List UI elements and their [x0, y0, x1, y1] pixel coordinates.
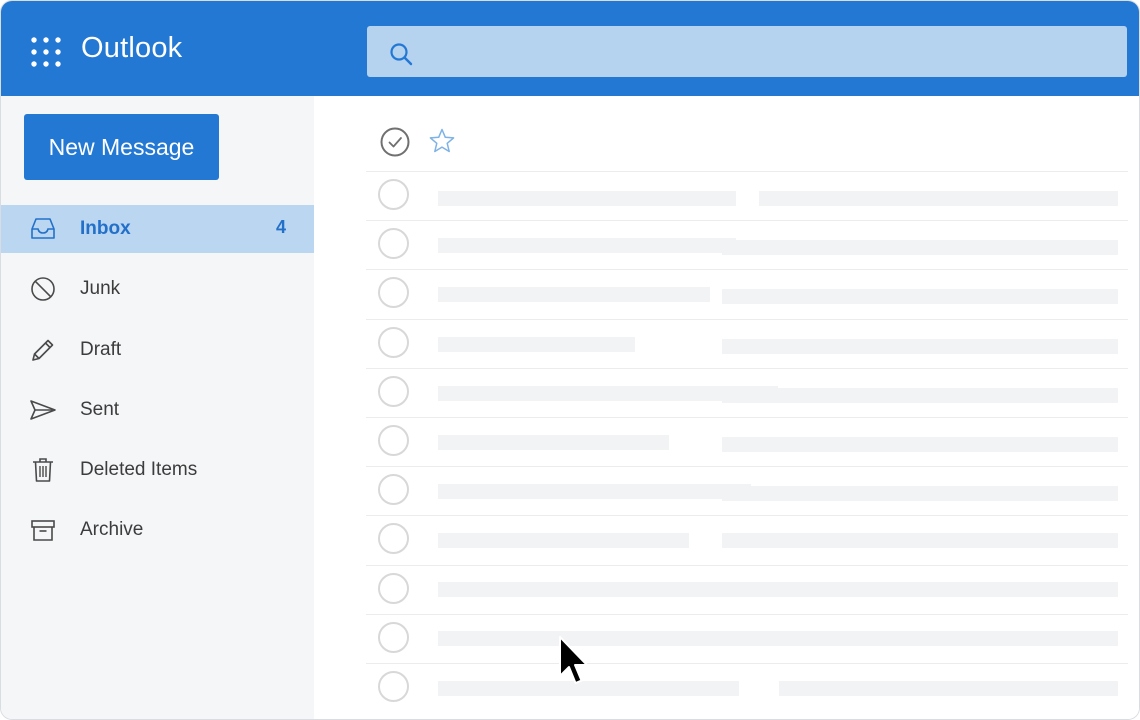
subject-placeholder — [722, 436, 1118, 452]
sender-placeholder — [438, 238, 736, 254]
message-list-toolbar — [366, 96, 1128, 172]
sidebar-item-label: Deleted Items — [80, 459, 198, 481]
message-row[interactable] — [366, 369, 1128, 418]
sender-placeholder — [438, 533, 689, 549]
message-pane — [314, 96, 1139, 719]
sender-placeholder — [438, 581, 1118, 597]
message-row[interactable] — [366, 221, 1128, 271]
row-select-checkbox[interactable] — [378, 228, 409, 260]
sidebar-item-sent[interactable]: Sent — [1, 386, 314, 434]
top-bar: Outlook — [1, 1, 1139, 96]
message-row[interactable] — [366, 172, 1128, 222]
subject-placeholder — [722, 486, 1118, 502]
row-select-checkbox[interactable] — [378, 474, 409, 506]
row-select-checkbox[interactable] — [378, 621, 409, 653]
row-select-checkbox[interactable] — [378, 277, 409, 309]
row-select-checkbox[interactable] — [378, 179, 409, 210]
search-box[interactable] — [367, 26, 1127, 79]
row-select-checkbox[interactable] — [378, 326, 409, 358]
send-icon — [30, 400, 56, 420]
message-row[interactable] — [366, 516, 1128, 566]
message-row[interactable] — [366, 320, 1128, 369]
subject-placeholder — [722, 240, 1118, 256]
message-row[interactable] — [366, 664, 1128, 712]
subject-placeholder — [722, 338, 1118, 354]
row-select-checkbox[interactable] — [378, 523, 409, 555]
new-message-button[interactable]: New Message — [24, 114, 219, 180]
sidebar-item-deleted-items[interactable]: Deleted Items — [1, 446, 314, 494]
sender-placeholder — [438, 336, 635, 352]
row-select-checkbox[interactable] — [378, 572, 409, 604]
waffle-icon[interactable] — [31, 37, 61, 67]
pencil-icon — [32, 339, 54, 361]
unread-count-badge: 4 — [275, 217, 286, 237]
message-row[interactable] — [366, 467, 1128, 517]
search-icon[interactable] — [389, 42, 413, 66]
row-select-checkbox[interactable] — [378, 424, 409, 456]
subject-placeholder — [722, 533, 1118, 549]
row-select-checkbox[interactable] — [378, 670, 409, 702]
sidebar: New Message Inbox 4 Junk Draft Sent Dele… — [1, 96, 314, 719]
check-circle-icon[interactable] — [380, 127, 410, 157]
inbox-icon — [31, 218, 55, 239]
subject-placeholder — [722, 289, 1118, 305]
archive-icon — [31, 520, 55, 542]
star-icon[interactable] — [428, 127, 456, 155]
search-input[interactable] — [427, 26, 1111, 79]
folder-nav: Inbox 4 Junk Draft Sent Deleted Items Ar… — [1, 205, 314, 567]
sidebar-item-draft[interactable]: Draft — [1, 326, 314, 374]
message-list — [366, 172, 1128, 712]
mouse-pointer-icon — [559, 636, 588, 684]
sidebar-item-junk[interactable]: Junk — [1, 265, 314, 313]
row-select-checkbox[interactable] — [378, 375, 409, 407]
message-row[interactable] — [366, 418, 1128, 468]
subject-placeholder — [779, 680, 1118, 696]
sidebar-item-label: Junk — [80, 278, 121, 300]
message-row[interactable] — [366, 566, 1128, 615]
subject-placeholder — [759, 191, 1118, 206]
sidebar-item-label: Draft — [80, 338, 122, 360]
subject-placeholder — [722, 387, 1118, 403]
sender-placeholder — [438, 484, 751, 500]
sidebar-item-label: Archive — [80, 519, 144, 541]
sidebar-item-inbox[interactable]: Inbox 4 — [1, 205, 314, 253]
sender-placeholder — [438, 287, 710, 303]
outlook-window: Outlook New Message Inbox 4 Junk Draft S… — [0, 0, 1140, 720]
message-row[interactable] — [366, 270, 1128, 320]
sender-placeholder — [438, 630, 1118, 646]
sender-placeholder — [438, 191, 736, 206]
trash-icon — [33, 458, 53, 482]
sender-placeholder — [438, 434, 669, 450]
app-title: Outlook — [81, 32, 183, 64]
sidebar-item-label: Sent — [80, 398, 120, 420]
sidebar-item-label: Inbox — [80, 218, 131, 239]
block-icon — [31, 277, 55, 302]
sidebar-item-archive[interactable]: Archive — [1, 506, 314, 554]
message-row[interactable] — [366, 615, 1128, 664]
